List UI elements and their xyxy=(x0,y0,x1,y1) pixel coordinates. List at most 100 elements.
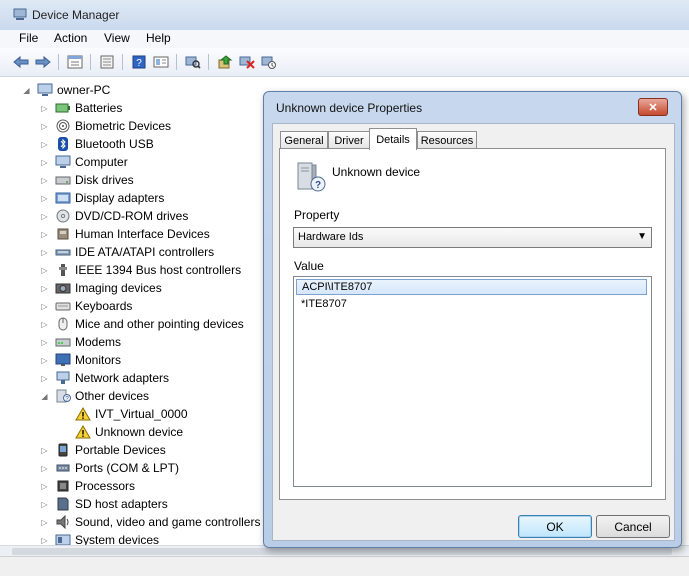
processor-icon xyxy=(55,479,71,493)
tree-item-16[interactable]: ◢? Other devices xyxy=(40,387,149,405)
tree-item-label: Bluetooth USB xyxy=(75,137,154,151)
property-label: Property xyxy=(294,208,340,222)
tree-item-3[interactable]: ▷ Computer xyxy=(40,153,127,171)
tree-item-4[interactable]: ▷ Disk drives xyxy=(40,171,133,189)
tree-child-item[interactable]: IVT_Virtual_0000 xyxy=(75,405,188,423)
tree-item-12[interactable]: ▷ Mice and other pointing devices xyxy=(40,315,243,333)
tree-item-15[interactable]: ▷ Network adapters xyxy=(40,369,169,387)
cancel-button[interactable]: Cancel xyxy=(596,515,670,538)
tree-item-18[interactable]: ▷ Ports (COM & LPT) xyxy=(40,459,179,477)
toolbar: ? xyxy=(0,48,689,77)
tree-item-label: Batteries xyxy=(75,101,123,115)
disable-icon[interactable] xyxy=(260,53,278,71)
help-icon[interactable]: ? xyxy=(130,53,148,71)
tree-child-item[interactable]: Unknown device xyxy=(75,423,183,441)
expand-icon[interactable]: ▷ xyxy=(40,248,49,257)
expand-icon[interactable]: ▷ xyxy=(40,302,49,311)
list-item[interactable]: *ITE8707 xyxy=(296,296,647,312)
menu-help[interactable]: Help xyxy=(146,31,171,45)
tree-item-10[interactable]: ▷ Imaging devices xyxy=(40,279,162,297)
properties-icon[interactable] xyxy=(66,53,84,71)
tree-item-label: Human Interface Devices xyxy=(75,227,210,241)
forward-icon[interactable] xyxy=(34,53,52,71)
tree-item-label: DVD/CD-ROM drives xyxy=(75,209,189,223)
tab-resources[interactable]: Resources xyxy=(417,131,477,149)
tree-item-1[interactable]: ▷ Biometric Devices xyxy=(40,117,171,135)
expand-icon[interactable]: ▷ xyxy=(40,158,49,167)
tree-item-label: IDE ATA/ATAPI controllers xyxy=(75,245,215,259)
back-icon[interactable] xyxy=(12,53,30,71)
collapse-icon[interactable]: ◢ xyxy=(40,392,49,401)
expand-icon[interactable]: ▷ xyxy=(40,284,49,293)
expand-icon[interactable]: ▷ xyxy=(40,320,49,329)
tree-item-13[interactable]: ▷ Modems xyxy=(40,333,121,351)
tree-item-2[interactable]: ▷ Bluetooth USB xyxy=(40,135,154,153)
monitor-icon xyxy=(55,353,71,367)
svg-text:?: ? xyxy=(136,58,142,69)
tree-item-21[interactable]: ▷ Sound, video and game controllers xyxy=(40,513,260,531)
battery-icon xyxy=(55,101,71,115)
sd-icon xyxy=(55,497,71,511)
expand-icon[interactable]: ▷ xyxy=(40,230,49,239)
list-item[interactable]: ACPI\ITE8707 xyxy=(296,279,647,295)
expand-icon[interactable]: ▷ xyxy=(40,140,49,149)
expand-icon[interactable]: ▷ xyxy=(40,464,49,473)
expand-icon[interactable]: ▷ xyxy=(40,176,49,185)
property-dropdown[interactable]: Hardware Ids ▼ xyxy=(293,227,652,248)
show-hidden-icon[interactable] xyxy=(152,53,170,71)
expand-icon[interactable]: ▷ xyxy=(40,446,49,455)
tree-item-0[interactable]: ▷ Batteries xyxy=(40,99,122,117)
window-titlebar: Device Manager xyxy=(0,0,689,30)
tab-driver[interactable]: Driver xyxy=(328,131,370,149)
driver-icon[interactable] xyxy=(98,53,116,71)
status-bar xyxy=(0,556,689,576)
ok-button[interactable]: OK xyxy=(518,515,592,538)
tree-item-20[interactable]: ▷ SD host adapters xyxy=(40,495,168,513)
close-button[interactable]: ✕ xyxy=(638,98,668,116)
expand-icon[interactable]: ▷ xyxy=(40,482,49,491)
expand-icon[interactable]: ▷ xyxy=(40,104,49,113)
tree-item-label: SD host adapters xyxy=(75,497,168,511)
tab-details[interactable]: Details xyxy=(369,128,417,150)
expand-icon[interactable]: ▷ xyxy=(40,122,49,131)
tree-item-9[interactable]: ▷ IEEE 1394 Bus host controllers xyxy=(40,261,241,279)
computer-icon xyxy=(37,83,53,97)
property-dropdown-value: Hardware Ids xyxy=(298,231,364,243)
dialog-body: General Driver Details Resources ? Unkno… xyxy=(272,123,675,541)
tree-item-19[interactable]: ▷ Processors xyxy=(40,477,135,495)
display-icon xyxy=(55,191,71,205)
expand-icon[interactable]: ▷ xyxy=(40,374,49,383)
expand-icon[interactable]: ▷ xyxy=(40,266,49,275)
expand-icon[interactable]: ▷ xyxy=(40,536,49,545)
expand-icon[interactable]: ▷ xyxy=(40,338,49,347)
update-driver-icon[interactable] xyxy=(216,53,234,71)
uninstall-icon[interactable] xyxy=(238,53,256,71)
tree-item-label: Processors xyxy=(75,479,136,493)
menu-view[interactable]: View xyxy=(104,31,130,45)
tree-item-11[interactable]: ▷ Keyboards xyxy=(40,297,132,315)
tree-item-14[interactable]: ▷ Monitors xyxy=(40,351,121,369)
tree-item-label: Imaging devices xyxy=(75,281,162,295)
value-list[interactable]: ACPI\ITE8707 *ITE8707 xyxy=(293,276,652,487)
tree-item-7[interactable]: ▷ Human Interface Devices xyxy=(40,225,210,243)
tree-child-label: IVT_Virtual_0000 xyxy=(95,407,188,421)
hid-icon xyxy=(55,227,71,241)
expand-icon[interactable]: ▷ xyxy=(40,500,49,509)
tree-item-6[interactable]: ▷ DVD/CD-ROM drives xyxy=(40,207,188,225)
value-label: Value xyxy=(294,259,324,273)
tree-root[interactable]: ◢ owner-PC xyxy=(22,81,110,99)
collapse-icon[interactable]: ◢ xyxy=(22,86,31,95)
expand-icon[interactable]: ▷ xyxy=(40,212,49,221)
expand-icon[interactable]: ▷ xyxy=(40,194,49,203)
tree-item-22[interactable]: ▷ System devices xyxy=(40,531,159,545)
expand-icon[interactable]: ▷ xyxy=(40,356,49,365)
tree-item-17[interactable]: ▷ Portable Devices xyxy=(40,441,165,459)
scan-hardware-icon[interactable] xyxy=(184,53,202,71)
tab-general[interactable]: General xyxy=(280,131,328,149)
window-title: Device Manager xyxy=(32,8,120,22)
tree-item-8[interactable]: ▷ IDE ATA/ATAPI controllers xyxy=(40,243,214,261)
tree-item-5[interactable]: ▷ Display adapters xyxy=(40,189,164,207)
menu-file[interactable]: File xyxy=(19,31,38,45)
expand-icon[interactable]: ▷ xyxy=(40,518,49,527)
menu-action[interactable]: Action xyxy=(54,31,87,45)
